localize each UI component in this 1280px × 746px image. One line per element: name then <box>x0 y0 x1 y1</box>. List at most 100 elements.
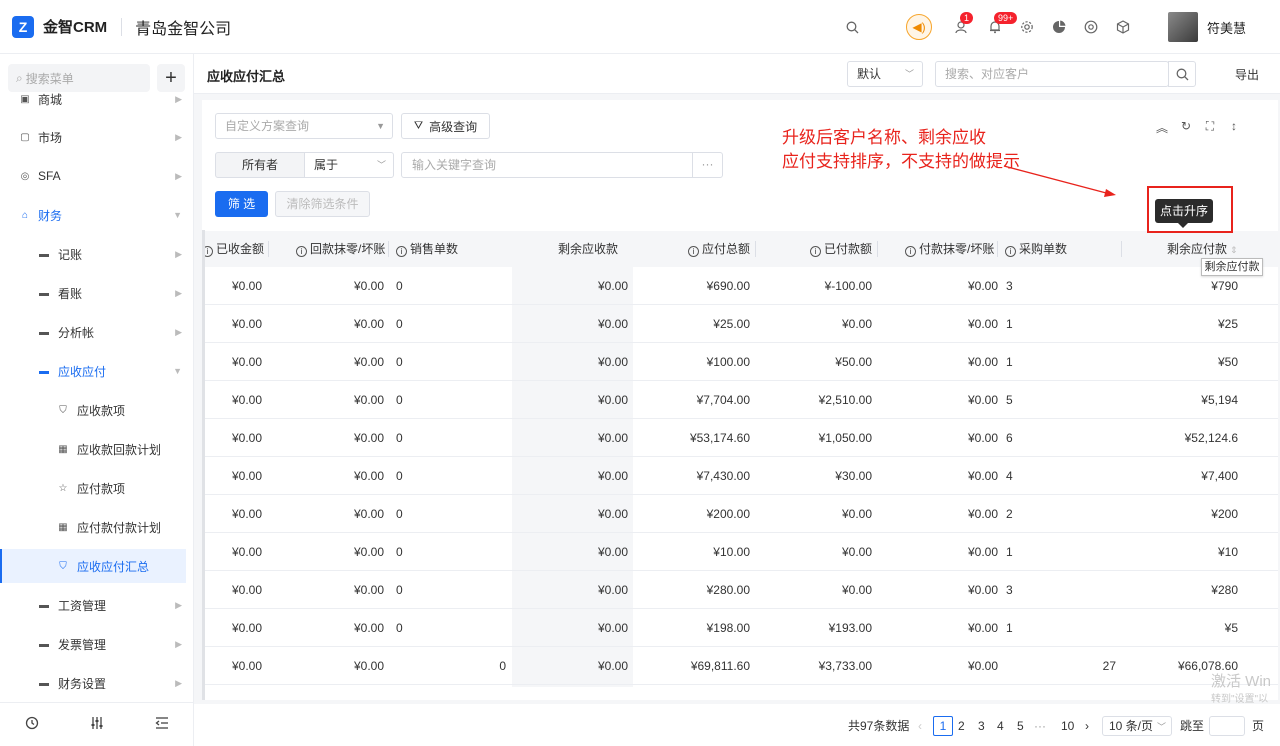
folder-icon: ▬ <box>39 365 49 377</box>
sidebar-item-label: 工资管理 <box>58 598 107 613</box>
sidebar-item-analysis[interactable]: ▬ 分析帐 ▶ <box>0 315 186 349</box>
fullscreen-icon[interactable]: ⛶ <box>1204 119 1216 136</box>
column-header[interactable]: i 付款抹零/坏账 <box>905 231 994 267</box>
page-3[interactable]: 3 <box>978 716 985 736</box>
column-header[interactable]: i 已收金额 <box>202 231 264 267</box>
sidebar-item-bookkeeping[interactable]: ▬ 记账 ▶ <box>0 237 186 271</box>
sidebar-item-payroll[interactable]: ▬ 工资管理 ▶ <box>0 588 186 622</box>
username[interactable]: 符美慧 <box>1207 18 1246 37</box>
refresh-icon[interactable]: ↻ <box>1180 119 1192 136</box>
advanced-query-button[interactable]: ⛛ 高级查询 <box>401 113 490 139</box>
table-row[interactable]: ¥0.00 ¥0.00 0 ¥0.00 ¥53,174.60 ¥1,050.00 ¥0.00… <box>202 419 1278 457</box>
clear-filter-button[interactable]: 清除筛选条件 <box>275 191 370 217</box>
sidebar-item-finance[interactable]: ⌂ 财务 ▼ <box>0 198 186 232</box>
scheme-select[interactable]: 自定义方案查询 ▼ <box>215 113 393 139</box>
page-size-select[interactable]: 10 条/页 ﹀ <box>1102 716 1172 736</box>
sidebar-item-payables[interactable]: ☆ 应付款项 <box>0 471 186 505</box>
sidebar-item-invoice[interactable]: ▬ 发票管理 ▶ <box>0 627 186 661</box>
sidebar-item-finance-settings[interactable]: ▬ 财务设置 ▶ <box>0 666 186 700</box>
page-2[interactable]: 2 <box>958 716 965 736</box>
sidebar-item-mall[interactable]: ▣ 商城 ▶ <box>0 82 186 116</box>
column-header[interactable]: i 采购单数 <box>1005 231 1067 267</box>
table-cell: ¥53,174.60 <box>689 431 750 445</box>
app-logo[interactable]: Z 金智CRM <box>12 15 107 38</box>
chevron-right-icon: ▶ <box>175 599 182 610</box>
sidebar-item-receivable-payable[interactable]: ▬ 应收应付 ▼ <box>0 354 186 388</box>
table-row[interactable]: ¥0.00 ¥0.00 0 ¥0.00 ¥198.00 ¥193.00 ¥0.00 1 ¥5 <box>202 609 1278 647</box>
export-button[interactable]: 导出 <box>1235 66 1259 83</box>
collapse-up-icon[interactable]: ︽ <box>1156 119 1168 136</box>
page-1[interactable]: 1 <box>933 716 953 736</box>
content-header: 应收应付汇总 默认 ﹀ 搜索、对应客户 导出 <box>194 54 1280 94</box>
view-select[interactable]: 默认 ﹀ <box>847 61 923 87</box>
sidebar-item-sfa[interactable]: ◎ SFA ▶ <box>0 159 186 193</box>
company-name[interactable]: 青岛金智公司 <box>135 15 231 39</box>
table-cell: ¥0.00 <box>967 431 998 445</box>
sidebar-item-receivable-plan[interactable]: ▦ 应收款回款计划 <box>0 432 186 466</box>
column-header[interactable]: i 应付总额 <box>688 231 750 267</box>
table-row[interactable]: ¥0.00 ¥0.00 0 ¥0.00 ¥280.00 ¥0.00 ¥0.00 3 ¥280 <box>202 571 1278 609</box>
cube-icon[interactable] <box>1112 16 1134 38</box>
table-row[interactable]: ¥0.00 ¥0.00 0 ¥0.00 ¥7,704.00 ¥2,510.00 ¥0.00 5… <box>202 381 1278 419</box>
row-height-icon[interactable]: ↕ <box>1228 119 1240 136</box>
customer-search-input[interactable]: 搜索、对应客户 <box>935 61 1169 87</box>
prev-page-icon[interactable]: ‹ <box>918 716 922 736</box>
bell-icon[interactable]: 99+ <box>984 12 1018 38</box>
operator-select[interactable]: 属于 ﹀ <box>304 152 394 178</box>
next-page-icon[interactable]: › <box>1085 716 1089 736</box>
store-icon: ▣ <box>20 93 30 105</box>
page-ellipsis[interactable]: ··· <box>1034 716 1046 736</box>
page-4[interactable]: 4 <box>997 716 1004 736</box>
chevron-down-icon: ▼ <box>173 366 182 376</box>
chevron-right-icon: ▶ <box>175 248 182 259</box>
table-cell: ¥0.00 <box>353 317 384 331</box>
announcement-icon[interactable]: ◀) <box>905 14 932 40</box>
search-button[interactable] <box>1168 61 1196 87</box>
search-icon[interactable] <box>842 16 864 38</box>
avatar[interactable] <box>1167 12 1198 42</box>
column-header[interactable]: i 销售单数 <box>396 231 458 267</box>
collapse-menu-icon[interactable] <box>155 716 169 733</box>
jump-input[interactable] <box>1209 716 1245 736</box>
chrome-icon[interactable] <box>1080 16 1102 38</box>
column-header[interactable]: i 已付款额 <box>810 231 872 267</box>
sort-icon[interactable]: ⇕ <box>1230 245 1238 255</box>
chevron-right-icon: ▶ <box>175 677 182 688</box>
message-icon[interactable]: 1 <box>950 12 973 38</box>
page-5[interactable]: 5 <box>1017 716 1024 736</box>
keyword-input[interactable]: 输入关键字查询 <box>401 152 693 178</box>
sidebar-item-summary[interactable]: ⛉ 应收应付汇总 <box>0 549 186 583</box>
sidebar-item-label: 分析帐 <box>58 325 95 340</box>
column-header[interactable]: i 回款抹零/坏账 <box>296 231 385 267</box>
column-header[interactable]: 剩余应收款 <box>558 231 618 267</box>
sidebar-item-label: 应收应付汇总 <box>77 559 150 574</box>
more-options-button[interactable]: ··· <box>692 152 723 178</box>
pie-chart-icon[interactable] <box>1048 16 1070 38</box>
gear-icon[interactable] <box>1016 16 1038 38</box>
table-cell: 0 <box>396 469 403 483</box>
table-cell: ¥25 <box>1217 317 1238 331</box>
table-total-row[interactable]: ¥0.00 ¥0.00 0 ¥0.00 ¥69,811.60 ¥3,733.00 ¥0.00… <box>202 647 1278 685</box>
filter-button[interactable]: 筛 选 <box>215 191 268 217</box>
table-row[interactable]: ¥0.00 ¥0.00 0 ¥0.00 ¥100.00 ¥50.00 ¥0.00 1 ¥50 <box>202 343 1278 381</box>
sidebar-item-label: 发票管理 <box>58 637 107 652</box>
table-row[interactable]: ¥0.00 ¥0.00 0 ¥0.00 ¥10.00 ¥0.00 ¥0.00 1 ¥10 <box>202 533 1278 571</box>
table-cell: ¥0.00 <box>597 659 628 673</box>
sidebar-item-payable-plan[interactable]: ▦ 应付款付款计划 <box>0 510 186 544</box>
table-row[interactable]: ¥0.00 ¥0.00 0 ¥0.00 ¥690.00 ¥-100.00 ¥0.00 3 ¥79… <box>202 267 1278 305</box>
page-10[interactable]: 10 <box>1061 716 1074 736</box>
table-cell: ¥200.00 <box>706 507 750 521</box>
sidebar-item-market[interactable]: ▢ 市场 ▶ <box>0 120 186 154</box>
sidebar-item-view-accounts[interactable]: ▬ 看账 ▶ <box>0 276 186 310</box>
sliders-icon[interactable] <box>90 716 104 733</box>
history-icon[interactable] <box>25 716 39 733</box>
table-row[interactable]: ¥0.00 ¥0.00 0 ¥0.00 ¥7,430.00 ¥30.00 ¥0.00 4 ¥7,… <box>202 457 1278 495</box>
table-row[interactable]: ¥0.00 ¥0.00 0 ¥0.00 ¥25.00 ¥0.00 ¥0.00 1 ¥25 <box>202 305 1278 343</box>
table-cell: ¥0.00 <box>231 279 262 293</box>
total-count: 共97条数据 <box>848 719 910 733</box>
sidebar-item-receivables[interactable]: ⛉ 应收款项 <box>0 393 186 427</box>
table-cell: ¥0.00 <box>353 583 384 597</box>
scrollbar[interactable] <box>202 230 205 700</box>
table-row[interactable]: ¥0.00 ¥0.00 0 ¥0.00 ¥200.00 ¥0.00 ¥0.00 2 ¥200 <box>202 495 1278 533</box>
folder-icon: ▬ <box>39 248 49 260</box>
